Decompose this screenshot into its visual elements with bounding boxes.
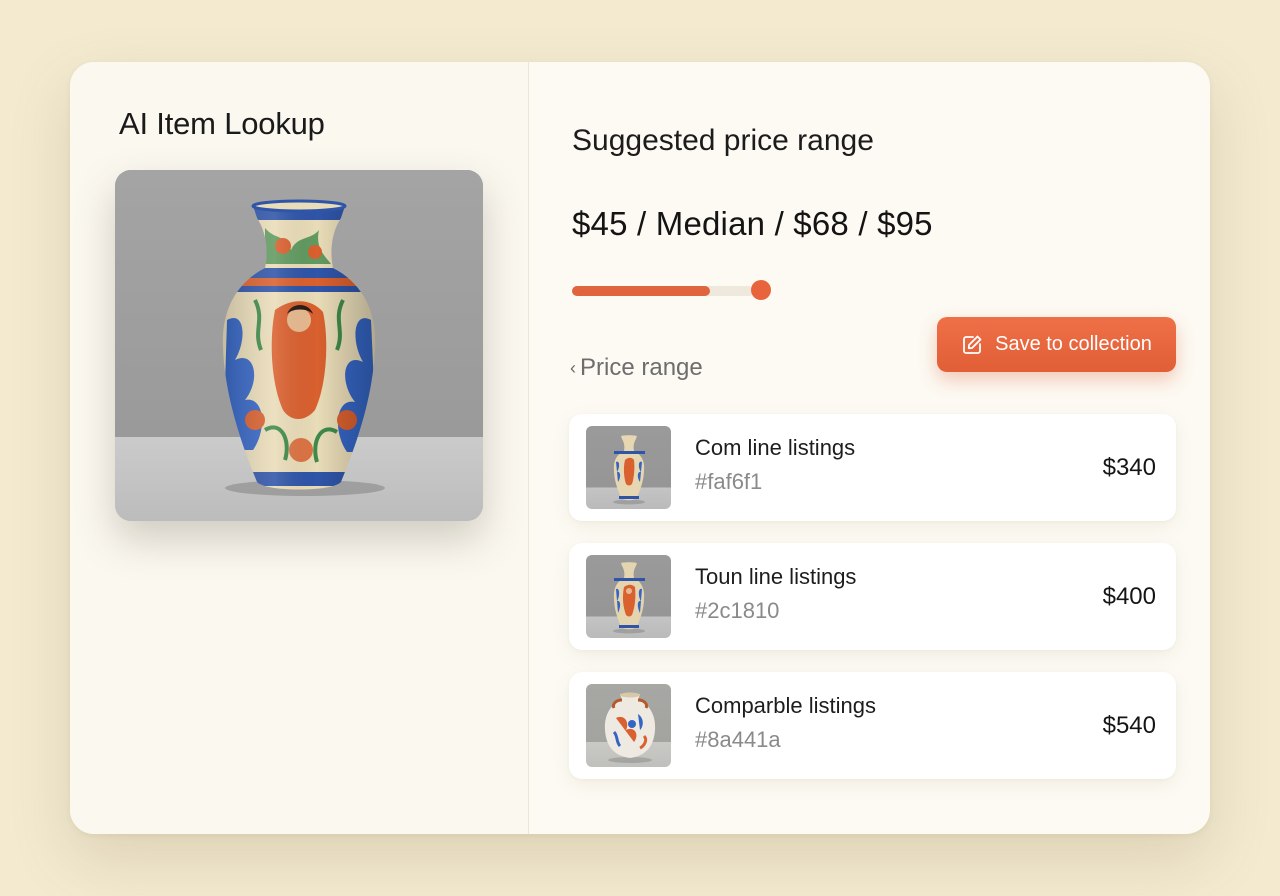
price-range-back-link[interactable]: ‹ Price range — [570, 354, 703, 382]
listing-thumbnail — [586, 684, 671, 767]
edit-icon — [961, 334, 983, 356]
listing-thumbnail — [586, 555, 671, 638]
listing-title: Toun line listings — [695, 564, 857, 589]
listing-item[interactable]: Toun line listings #2c1810 $400 — [569, 543, 1176, 650]
item-panel: AI Item Lookup — [70, 62, 529, 834]
listing-item[interactable]: Com line listings #faf6f1 $340 — [569, 414, 1176, 521]
listing-code: #8a441a — [695, 727, 781, 752]
save-to-collection-button[interactable]: Save to collection — [937, 317, 1176, 372]
slider-handle[interactable] — [751, 280, 772, 300]
pricing-panel: Suggested price range $45 / Median / $68… — [529, 62, 1210, 834]
listing-price: $540 — [1102, 712, 1156, 739]
price-range-slider[interactable] — [572, 280, 772, 302]
lookup-card: AI Item Lookup Suggested price range $45… — [70, 62, 1210, 834]
save-button-label: Save to collection — [995, 333, 1152, 355]
listing-title: Comparble listings — [695, 693, 876, 718]
comparable-listings: Com line listings #faf6f1 $340 Toun line… — [569, 414, 1176, 801]
listing-item[interactable]: Comparble listings #8a441a $540 — [569, 672, 1176, 779]
listing-thumbnail — [586, 426, 671, 509]
listing-title: Com line listings — [695, 435, 856, 460]
listing-price: $340 — [1102, 454, 1156, 481]
chevron-left-icon: ‹ — [570, 358, 576, 378]
price-summary: $45 / Median / $68 / $95 — [572, 205, 933, 242]
slider-fill — [572, 286, 711, 296]
item-photo — [115, 170, 483, 521]
price-section-title: Suggested price range — [572, 124, 874, 157]
slider-track — [572, 286, 754, 296]
price-range-label: Price range — [580, 354, 703, 381]
listing-code: #2c1810 — [695, 598, 780, 623]
listing-price: $400 — [1102, 583, 1156, 610]
listing-code: #faf6f1 — [695, 469, 763, 494]
vase-image — [115, 170, 483, 521]
page-title: AI Item Lookup — [119, 106, 325, 141]
